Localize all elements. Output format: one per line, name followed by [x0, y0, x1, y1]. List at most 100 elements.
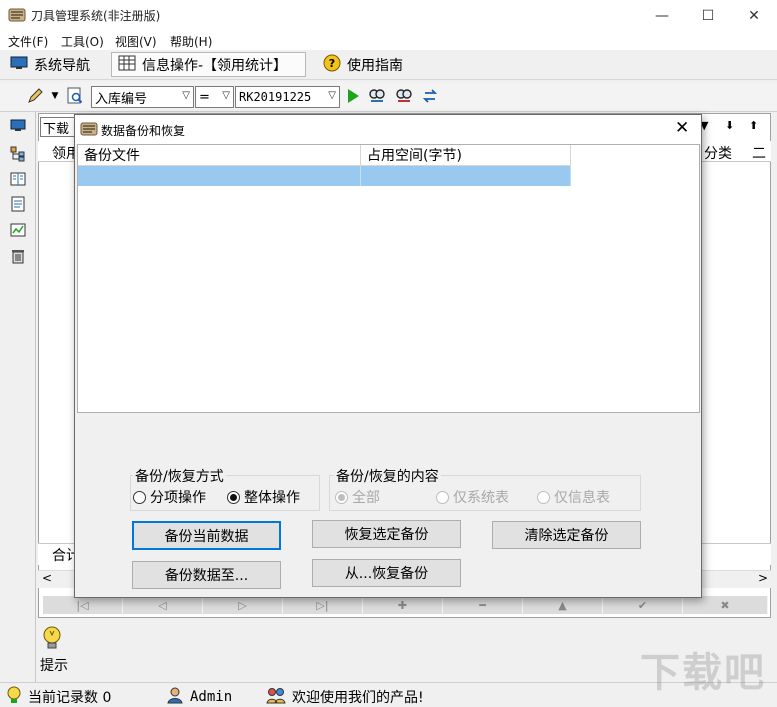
mode-group-title: 备份/恢复方式 [133, 466, 226, 486]
document-icon[interactable] [9, 196, 27, 212]
post-record-button[interactable]: ✔ [603, 596, 683, 614]
value-select-value: RK20191225 [239, 90, 312, 104]
grid-col-partial-right: 二 [752, 146, 766, 162]
radio-indicator [335, 490, 348, 504]
system-nav-button[interactable]: 系统导航 [4, 52, 96, 77]
value-select[interactable]: RK20191225 ▽ [235, 86, 340, 108]
operator-select-value: = [199, 89, 210, 105]
dialog-app-icon [80, 121, 98, 141]
mode-whole-radio[interactable]: 整体操作 [227, 487, 300, 507]
column-header-size[interactable]: 占用空间(字节) [361, 145, 571, 166]
chevron-down-icon[interactable]: ▼ [50, 87, 60, 105]
restore-selected-button[interactable]: 恢复选定备份 [312, 520, 461, 548]
add-record-button[interactable]: ✚ [363, 596, 443, 614]
user-icon [166, 686, 184, 707]
info-op-label: 信息操作-【领用统计】 [142, 57, 288, 74]
list-item[interactable] [78, 166, 361, 186]
edit-record-button[interactable]: ▲ [523, 596, 603, 614]
cancel-record-button[interactable]: ✖ [683, 596, 768, 614]
content-all-radio[interactable]: 全部 [335, 487, 380, 507]
mode-separate-radio[interactable]: 分项操作 [133, 487, 206, 507]
dialog-title-bar: 数据备份和恢复 ✕ [75, 115, 701, 144]
backup-restore-dialog: 数据备份和恢复 ✕ 备份文件 占用空间(字节) 备份/恢复方式 分项操作 整体操… [74, 114, 702, 598]
mode-whole-label: 整体操作 [244, 490, 300, 506]
record-count-text: 当前记录数 0 [28, 690, 112, 706]
hint-bulb-icon [41, 625, 63, 657]
window-title: 刀具管理系统(非注册版) [31, 9, 161, 23]
menu-file[interactable]: 文件(F) [8, 33, 48, 50]
operator-select[interactable]: = ▽ [195, 86, 234, 108]
first-record-button[interactable]: |◁ [43, 596, 123, 614]
clear-selected-button[interactable]: 清除选定备份 [492, 521, 641, 549]
run-query-icon[interactable] [344, 87, 362, 105]
chart-icon[interactable] [9, 222, 27, 238]
mode-separate-label: 分项操作 [150, 490, 206, 506]
monitor-icon [10, 56, 28, 74]
help-icon: ? [323, 54, 341, 76]
grid-icon [118, 55, 136, 75]
chevron-down-icon: ▽ [328, 90, 336, 101]
app-icon [8, 7, 26, 23]
prev-record-button[interactable]: ◁ [123, 596, 203, 614]
info-op-tab[interactable]: 信息操作-【领用统计】 [111, 52, 306, 77]
sort-up-icon[interactable]: ⬆ [749, 119, 758, 132]
people-icon [266, 686, 286, 707]
status-record-count: 当前记录数 0 [6, 686, 111, 707]
svg-text:?: ? [329, 57, 335, 70]
sort-down-icon[interactable]: ⬇ [725, 119, 734, 132]
pencil-icon[interactable] [26, 87, 44, 105]
radio-indicator [436, 490, 449, 504]
backup-current-button[interactable]: 备份当前数据 [132, 521, 281, 550]
menu-view[interactable]: 视图(V) [115, 33, 157, 50]
find-icon[interactable] [368, 87, 386, 105]
radio-indicator [133, 490, 146, 504]
scroll-left-icon[interactable]: < [42, 571, 52, 585]
refresh-icon[interactable] [421, 87, 439, 105]
watermark: 下载吧 [640, 650, 766, 696]
status-welcome: 欢迎使用我们的产品! [266, 686, 424, 707]
content-info-radio[interactable]: 仅信息表 [537, 487, 610, 507]
bulb-status-icon [6, 686, 22, 707]
backup-to-button[interactable]: 备份数据至... [132, 561, 281, 589]
system-nav-label: 系统导航 [34, 57, 90, 74]
minimize-button[interactable]: — [639, 0, 685, 31]
content-system-radio[interactable]: 仅系统表 [436, 487, 509, 507]
find-next-icon[interactable] [395, 87, 413, 105]
grid-col-category: 分类 [704, 146, 732, 162]
list-item-size[interactable] [361, 166, 571, 186]
trash-icon[interactable] [9, 248, 27, 264]
scroll-right-icon[interactable]: > [758, 571, 768, 585]
field-select-value: 入库编号 [95, 91, 148, 107]
dialog-close-icon[interactable]: ✕ [675, 118, 689, 138]
monitor-icon[interactable] [9, 118, 27, 134]
column-header-file[interactable]: 备份文件 [78, 145, 361, 166]
chevron-down-icon: ▽ [182, 90, 190, 101]
next-record-button[interactable]: ▷ [203, 596, 283, 614]
dialog-title: 数据备份和恢复 [101, 124, 186, 138]
radio-indicator [537, 490, 550, 504]
menu-tools[interactable]: 工具(O) [61, 33, 104, 50]
user-name: Admin [190, 689, 233, 705]
guide-button[interactable]: ? 使用指南 [317, 52, 409, 77]
welcome-text: 欢迎使用我们的产品! [292, 690, 424, 706]
book-icon[interactable] [9, 171, 27, 187]
maximize-button[interactable]: ☐ [685, 0, 731, 31]
field-select[interactable]: 入库编号 ▽ [91, 86, 194, 108]
content-all-label: 全部 [352, 490, 380, 506]
guide-label: 使用指南 [347, 57, 403, 74]
delete-record-button[interactable]: ━ [443, 596, 523, 614]
search-doc-icon[interactable] [66, 87, 84, 105]
radio-indicator [227, 490, 240, 504]
chevron-down-icon: ▽ [222, 90, 230, 101]
content-info-label: 仅信息表 [554, 490, 610, 506]
last-record-button[interactable]: ▷| [283, 596, 363, 614]
backup-list[interactable]: 备份文件 占用空间(字节) [77, 144, 700, 413]
restore-from-button[interactable]: 从...恢复备份 [312, 559, 461, 587]
content-system-label: 仅系统表 [453, 490, 509, 506]
close-window-button[interactable]: ✕ [731, 0, 777, 31]
tree-icon[interactable] [9, 146, 27, 162]
menu-help[interactable]: 帮助(H) [170, 33, 212, 50]
hint-label: 提示 [40, 658, 68, 674]
content-group-title: 备份/恢复的内容 [334, 466, 441, 486]
status-user: Admin [166, 686, 232, 707]
